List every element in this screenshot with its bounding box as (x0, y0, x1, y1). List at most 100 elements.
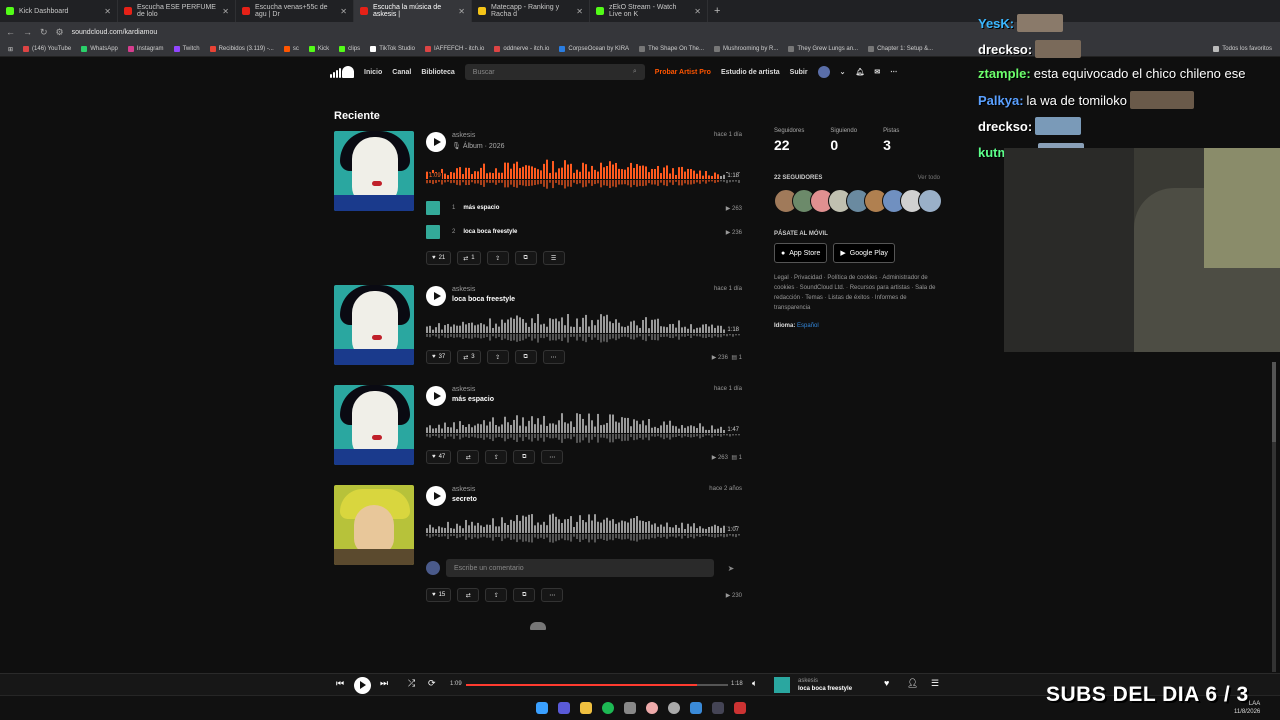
play-button[interactable] (426, 386, 446, 406)
waveform[interactable] (426, 513, 742, 545)
track-artwork[interactable] (334, 485, 414, 565)
waveform[interactable] (426, 413, 742, 445)
spotify-icon[interactable] (602, 702, 614, 714)
tracklist-item[interactable]: 2 loca boca freestyle ▶ 236 (426, 225, 742, 239)
queue-icon[interactable]: ☰ (931, 678, 939, 689)
reload-icon[interactable]: ↻ (40, 27, 48, 38)
search-icon[interactable]: ⌕ (633, 68, 637, 76)
bookmark-item[interactable]: CorpseOcean by KIRA (559, 46, 629, 52)
previous-icon[interactable]: ⏮ (336, 678, 344, 689)
comment-input[interactable]: Escribe un comentario (446, 559, 714, 577)
bookmark-item[interactable]: Mushrooming by R... (714, 46, 778, 52)
like-button[interactable]: ♥ 37 (426, 350, 452, 364)
google-play-button[interactable]: ▶ Google Play (833, 243, 895, 263)
like-button[interactable]: ♥ 47 (426, 450, 452, 464)
bookmark-item[interactable]: Kick (308, 46, 329, 52)
nav-library[interactable]: Biblioteca (421, 69, 454, 76)
play-button[interactable] (426, 132, 446, 152)
tab-escucha-venas[interactable]: Escucha venas+55c de agu | Dr ✕ (236, 0, 354, 22)
stat-followers[interactable]: Seguidores 22 (774, 128, 804, 153)
track-artwork[interactable] (334, 385, 414, 465)
avatar[interactable] (817, 66, 830, 78)
system-clock[interactable]: LAA 11/8/2026 (1234, 700, 1260, 716)
search-input[interactable]: Buscar ⌕ (464, 64, 645, 80)
new-tab-button[interactable]: + (714, 5, 720, 17)
bell-icon[interactable]: 🔔︎ (855, 68, 864, 76)
nav-home[interactable]: Inicio (364, 69, 382, 76)
view-all-link[interactable]: Ver todo (918, 175, 940, 181)
album-artwork[interactable] (334, 131, 414, 211)
share-button[interactable]: ⇪ (486, 251, 509, 265)
upload-link[interactable]: Subir (790, 69, 808, 76)
url-field[interactable]: soundcloud.com/kardiamou (72, 29, 792, 36)
waveform[interactable] (426, 313, 742, 345)
bookmark-item[interactable]: TikTok Studio (370, 46, 415, 52)
like-icon[interactable]: ♥ (884, 678, 889, 688)
progress-bar[interactable] (466, 684, 728, 686)
chrome-icon[interactable] (646, 702, 658, 714)
like-button[interactable]: ♥ 21 (426, 251, 452, 265)
artist-name[interactable]: askesis (452, 132, 475, 139)
tab-escucha-askesis[interactable]: Escucha la música de askesis | ✕ (354, 0, 472, 22)
language-selector[interactable]: Idioma: Español (774, 323, 940, 329)
repeat-icon[interactable]: ⟳ (428, 678, 436, 689)
current-track-thumbnail[interactable] (774, 677, 790, 693)
track-title[interactable]: más espacio (452, 396, 494, 403)
app-store-button[interactable]: ● App Store (774, 243, 828, 263)
bookmark-item[interactable]: Recibidos (3.119) -... (209, 46, 274, 52)
bookmark-item[interactable]: Instagram (127, 46, 164, 52)
add-to-playlist-button[interactable]: ☰ (542, 251, 565, 265)
like-button[interactable]: ♥ 15 (426, 588, 452, 602)
close-icon[interactable]: ✕ (222, 7, 229, 16)
close-icon[interactable]: ✕ (104, 7, 111, 16)
close-icon[interactable]: ✕ (694, 7, 701, 16)
repost-button[interactable]: ⇄ 1 (457, 251, 481, 265)
bookmark-item[interactable]: clips (339, 46, 360, 52)
scrollbar[interactable] (1272, 362, 1276, 672)
nav-feed[interactable]: Canal (392, 69, 411, 76)
copy-link-button[interactable]: ⧉ (514, 251, 537, 265)
repost-button[interactable]: ⇄ (457, 450, 480, 464)
more-button[interactable]: ⋯ (541, 588, 564, 602)
bookmark-item[interactable]: Chapter 1: Setup &... (868, 46, 933, 52)
back-icon[interactable]: ← (6, 27, 15, 37)
send-icon[interactable]: ➤ (720, 559, 742, 577)
try-artist-pro-link[interactable]: Probar Artist Pro (655, 69, 711, 76)
artist-studio-link[interactable]: Estudio de artista (721, 69, 780, 76)
waveform[interactable] (426, 159, 742, 191)
bookmark-item[interactable]: oddnerve - itch.io (494, 46, 549, 52)
taskbar-app-icon[interactable] (558, 702, 570, 714)
tab-zeko-stream[interactable]: zEkO Stream - Watch Live on K ✕ (590, 0, 708, 22)
track-artwork[interactable] (334, 285, 414, 365)
avatar[interactable] (918, 189, 942, 213)
start-icon[interactable] (536, 702, 548, 714)
more-button[interactable]: ⋯ (541, 450, 564, 464)
stat-tracks[interactable]: Pistas 3 (883, 128, 899, 153)
bookmark-item[interactable]: WhatsApp (81, 46, 118, 52)
current-track-info[interactable]: askesis loca boca freestyle (798, 677, 852, 693)
soundcloud-logo-icon[interactable] (330, 66, 354, 78)
taskbar-app-icon[interactable] (734, 702, 746, 714)
bookmark-item[interactable]: Twitch (173, 46, 200, 52)
share-button[interactable]: ⇪ (485, 588, 508, 602)
close-icon[interactable]: ✕ (340, 7, 347, 16)
bookmark-item[interactable]: IAFFEFCH - itch.io (424, 46, 484, 52)
repost-button[interactable]: ⇄ 3 (457, 350, 481, 364)
close-icon[interactable]: ✕ (458, 7, 465, 16)
site-info-icon[interactable]: ⚙ (56, 27, 64, 38)
bookmark-item[interactable]: sc (283, 46, 299, 52)
track-title[interactable]: secreto (452, 496, 477, 503)
artist-name[interactable]: askesis (452, 386, 475, 393)
tab-matecapp[interactable]: Matecapp - Ranking y Racha d ✕ (472, 0, 590, 22)
volume-icon[interactable]: 🔈︎ (752, 678, 757, 689)
copy-link-button[interactable]: ⧉ (513, 450, 536, 464)
copy-link-button[interactable]: ⧉ (514, 350, 537, 364)
taskbar-app-icon[interactable] (690, 702, 702, 714)
artist-name[interactable]: askesis (452, 286, 475, 293)
mail-icon[interactable]: ✉ (874, 68, 880, 76)
taskbar-app-icon[interactable] (668, 702, 680, 714)
more-icon[interactable]: ⋯ (890, 68, 897, 76)
track-title[interactable]: loca boca freestyle (452, 296, 515, 303)
taskbar-app-icon[interactable] (624, 702, 636, 714)
bookmark-item[interactable]: The Shape On The... (639, 46, 704, 52)
